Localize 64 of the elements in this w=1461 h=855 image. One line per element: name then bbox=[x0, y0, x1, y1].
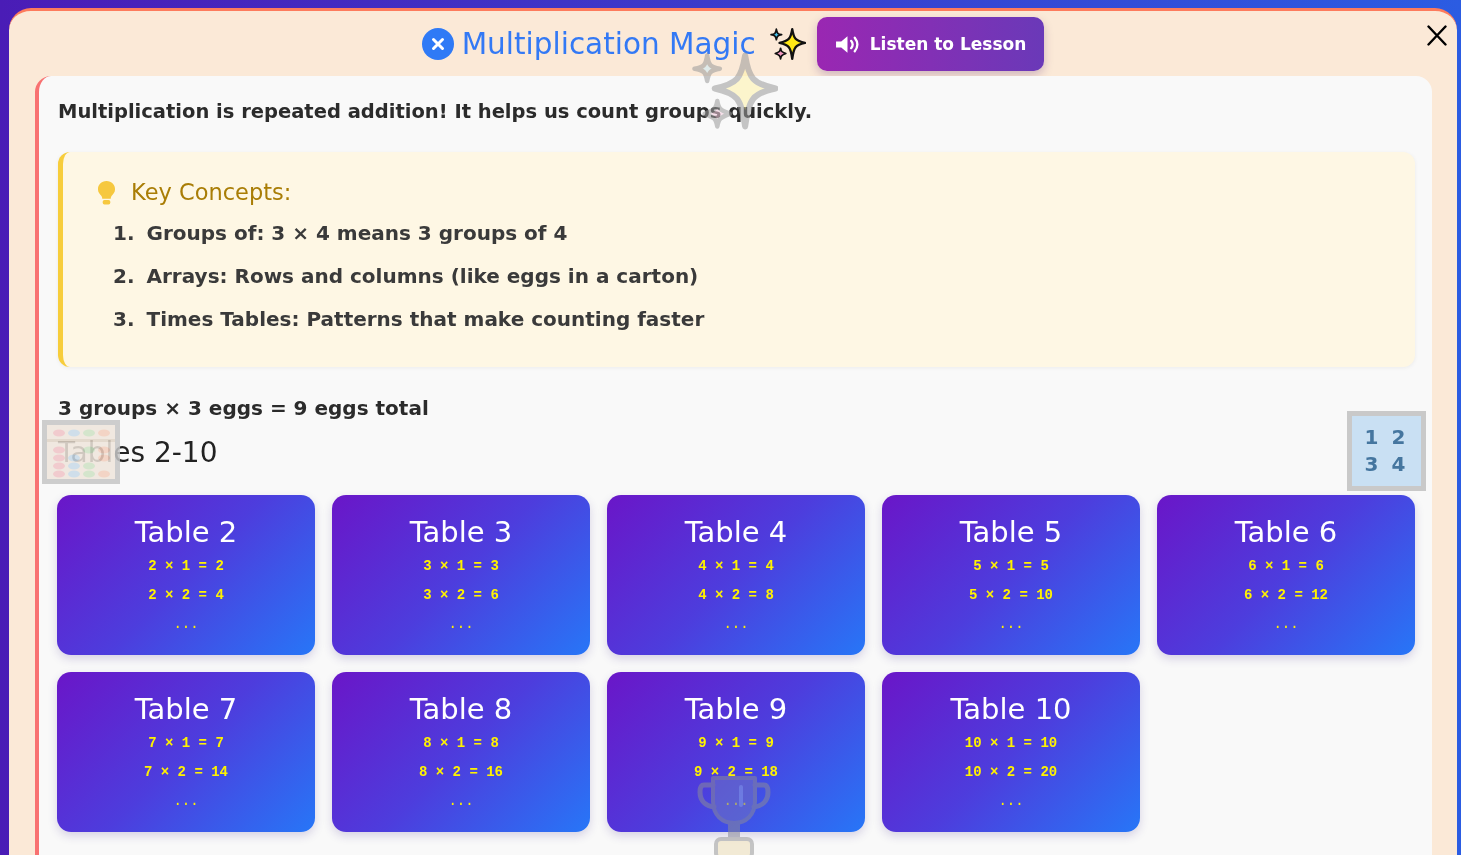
fact-text: 5 × 2 = 10 bbox=[969, 586, 1053, 605]
lightbulb-icon bbox=[97, 179, 116, 205]
card-title: Table 4 bbox=[684, 514, 788, 551]
trophy-icon bbox=[697, 775, 771, 855]
card-title: Table 10 bbox=[950, 691, 1072, 728]
fact-text: 10 × 2 = 20 bbox=[964, 763, 1058, 782]
fact-text: 4 × 2 = 8 bbox=[698, 586, 774, 605]
table-card[interactable]: Table 8 8 × 1 = 8 8 × 2 = 16 ... bbox=[332, 672, 590, 832]
fact-text: 8 × 2 = 16 bbox=[419, 763, 503, 782]
ellipsis-text: ... bbox=[998, 615, 1024, 634]
ellipsis-text: ... bbox=[173, 615, 199, 634]
card-title: Table 3 bbox=[409, 514, 513, 551]
fact-text: 2 × 1 = 2 bbox=[148, 557, 224, 576]
tile-digits: 3 4 bbox=[1364, 451, 1409, 478]
close-icon bbox=[1427, 25, 1447, 46]
fact-text: 6 × 1 = 6 bbox=[1248, 557, 1324, 576]
ellipsis-text: ... bbox=[1273, 615, 1299, 634]
table-card[interactable]: Table 3 3 × 1 = 3 3 × 2 = 6 ... bbox=[332, 495, 590, 655]
section-heading: Key Concepts: bbox=[131, 178, 292, 207]
card-title: Table 5 bbox=[959, 514, 1063, 551]
speaker-icon bbox=[834, 34, 861, 54]
card-title: Table 2 bbox=[134, 514, 238, 551]
card-title: Table 8 bbox=[409, 691, 513, 728]
fact-text: 5 × 1 = 5 bbox=[973, 557, 1049, 576]
table-card[interactable]: Table 6 6 × 1 = 6 6 × 2 = 12 ... bbox=[1157, 495, 1415, 655]
ellipsis-text: ... bbox=[448, 792, 474, 811]
table-card[interactable]: Table 9 9 × 1 = 9 9 × 2 = 18 ... bbox=[607, 672, 865, 832]
fact-text: 7 × 2 = 14 bbox=[144, 763, 228, 782]
fact-text: 8 × 1 = 8 bbox=[423, 734, 499, 753]
concept-text: Arrays: Rows and columns (like eggs in a carton) bbox=[146, 263, 699, 290]
card-title: Table 7 bbox=[134, 691, 238, 728]
cross-circle-icon bbox=[421, 28, 454, 60]
example-text: 3 groups × 3 eggs = 9 eggs total bbox=[58, 395, 430, 422]
ellipsis-text: ... bbox=[723, 792, 749, 811]
ellipsis-text: ... bbox=[998, 792, 1024, 811]
fact-text: 3 × 2 = 6 bbox=[423, 586, 499, 605]
ellipsis-text: ... bbox=[723, 615, 749, 634]
card-title: Table 6 bbox=[1234, 514, 1338, 551]
ellipsis-text: ... bbox=[173, 792, 199, 811]
table-card[interactable]: Table 5 5 × 1 = 5 5 × 2 = 10 ... bbox=[882, 495, 1140, 655]
item-number: 1. bbox=[113, 220, 135, 247]
card-title: Table 9 bbox=[684, 691, 788, 728]
fact-text: 4 × 1 = 4 bbox=[698, 557, 774, 576]
listen-button[interactable]: Listen to Lesson bbox=[816, 17, 1045, 71]
table-card[interactable]: Table 7 7 × 1 = 7 7 × 2 = 14 ... bbox=[57, 672, 315, 832]
tile-digits: 1 2 bbox=[1364, 424, 1409, 451]
fact-text: 2 × 2 = 4 bbox=[148, 586, 224, 605]
table-card[interactable]: Table 10 10 × 1 = 10 10 × 2 = 20 ... bbox=[882, 672, 1140, 832]
ellipsis-text: ... bbox=[448, 615, 474, 634]
intro-text: Multiplication is repeated addition! It helps us count groups quickly. bbox=[58, 99, 814, 125]
close-button[interactable] bbox=[1426, 24, 1448, 47]
item-number: 2. bbox=[113, 263, 135, 290]
fact-text: 3 × 1 = 3 bbox=[423, 557, 499, 576]
item-number: 3. bbox=[113, 306, 135, 333]
concept-text: Times Tables: Patterns that make counting faster bbox=[146, 306, 705, 333]
table-card[interactable]: Table 4 4 × 1 = 4 4 × 2 = 8 ... bbox=[607, 495, 865, 655]
fact-text: 9 × 1 = 9 bbox=[698, 734, 774, 753]
table-card[interactable]: Table 2 2 × 1 = 2 2 × 2 = 4 ... bbox=[57, 495, 315, 655]
fact-text: 6 × 2 = 12 bbox=[1244, 586, 1328, 605]
fact-text: 9 × 2 = 18 bbox=[694, 763, 778, 782]
concept-text: Groups of: 3 × 4 means 3 groups of 4 bbox=[146, 220, 568, 247]
fact-text: 10 × 1 = 10 bbox=[964, 734, 1058, 753]
lesson-title: Multiplication Magic bbox=[461, 26, 756, 63]
fact-text: 7 × 1 = 7 bbox=[148, 734, 224, 753]
